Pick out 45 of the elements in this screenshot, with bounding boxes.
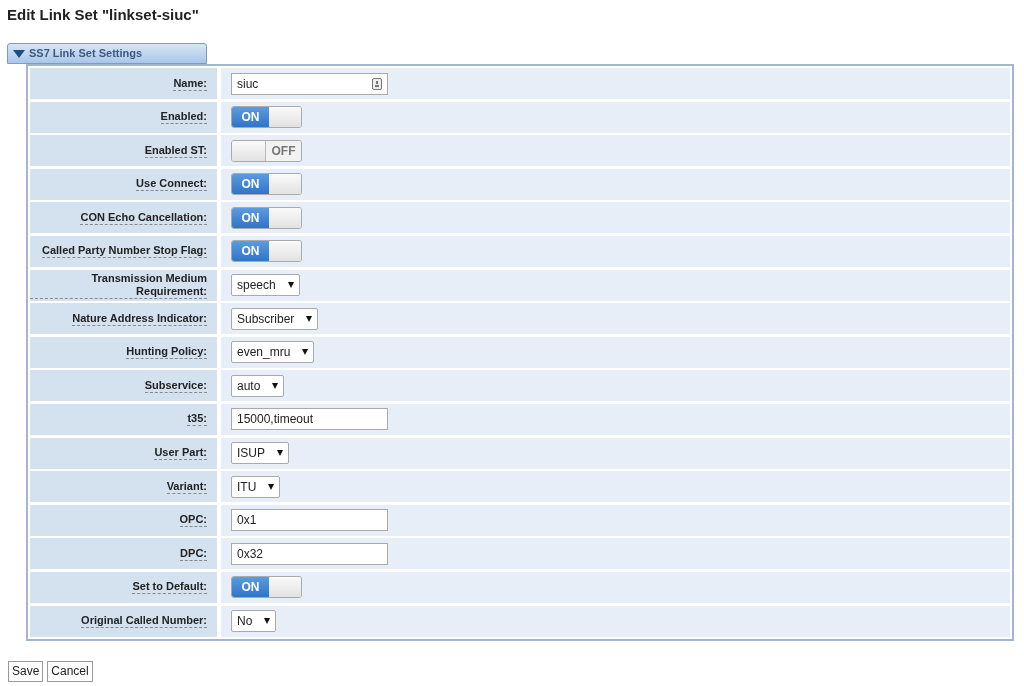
caret-icon bbox=[272, 382, 279, 389]
caret-icon bbox=[302, 349, 309, 356]
dropdown[interactable]: even_mru bbox=[231, 341, 315, 364]
form-button[interactable]: Cancel bbox=[47, 660, 93, 682]
field-label: Subservice: bbox=[144, 378, 207, 393]
field-label: OPC: bbox=[179, 513, 207, 528]
toggle-switch[interactable]: OFF bbox=[231, 139, 302, 162]
field-label: CON Echo Cancellation: bbox=[80, 210, 207, 225]
dropdown[interactable]: Subscriber bbox=[231, 307, 319, 330]
caret-icon bbox=[268, 483, 275, 490]
field-label: t35: bbox=[187, 412, 207, 427]
field-label: Use Connect: bbox=[136, 177, 207, 192]
field-label: Transmission Medium Requirement: bbox=[30, 271, 207, 299]
field-label: User Part: bbox=[154, 446, 207, 461]
toggle-switch[interactable]: ON bbox=[231, 106, 302, 129]
caret-icon bbox=[287, 282, 294, 289]
text-field[interactable]: 0x1 bbox=[231, 509, 388, 532]
field-label: Name: bbox=[173, 76, 207, 91]
dropdown[interactable]: ITU bbox=[231, 475, 281, 498]
toggle-switch[interactable]: ON bbox=[231, 576, 302, 599]
section-header[interactable]: SS7 Link Set Settings bbox=[7, 43, 207, 64]
dropdown[interactable]: ISUP bbox=[231, 442, 289, 465]
caret-icon bbox=[264, 618, 271, 624]
toggle-switch[interactable]: ON bbox=[231, 206, 302, 229]
toggle-switch[interactable]: ON bbox=[231, 173, 302, 196]
toggle-switch[interactable]: ON bbox=[231, 240, 302, 263]
page-title: Edit Link Set "linkset-siuc" bbox=[7, 5, 200, 25]
caret-icon bbox=[306, 315, 313, 322]
caret-icon bbox=[277, 450, 283, 457]
dropdown[interactable]: speech bbox=[231, 274, 300, 297]
field-label: Hunting Policy: bbox=[126, 345, 207, 360]
field-label: Enabled: bbox=[160, 110, 207, 125]
dropdown[interactable]: No bbox=[231, 610, 277, 632]
text-field[interactable]: siuc bbox=[231, 72, 388, 95]
form-button[interactable]: Save bbox=[8, 660, 44, 682]
text-field[interactable]: 0x32 bbox=[231, 542, 388, 565]
text-field[interactable]: 15000,timeout bbox=[231, 408, 388, 431]
field-label: Enabled ST: bbox=[144, 143, 207, 158]
field-label: Called Party Number Stop Flag: bbox=[41, 244, 207, 259]
field-label: Nature Address Indicator: bbox=[72, 311, 207, 326]
field-label: Set to Default: bbox=[132, 580, 207, 595]
field-label: Variant: bbox=[166, 479, 207, 494]
field-label: DPC: bbox=[180, 546, 207, 561]
field-label: Original Called Number: bbox=[81, 614, 207, 628]
dropdown[interactable]: auto bbox=[231, 374, 285, 397]
